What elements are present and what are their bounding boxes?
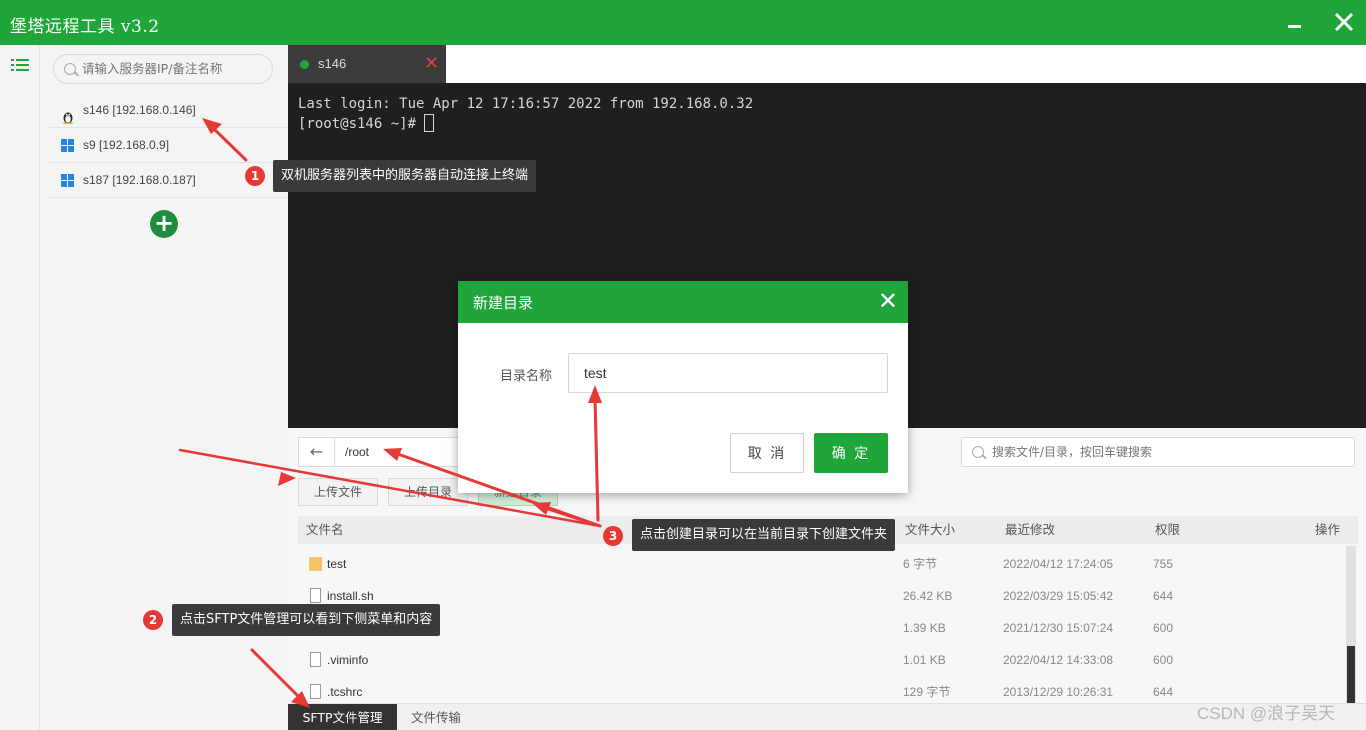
annotation-callout-3: 点击创建目录可以在当前目录下创建文件夹 — [632, 519, 896, 551]
app-window: 堡塔远程工具 v3.2 s146 [192.168.0.146] — [0, 0, 1366, 730]
nav-rail — [0, 45, 40, 730]
col-ops: 操作 — [1315, 522, 1341, 537]
file-modified: 2021/12/30 15:07:24 — [1003, 621, 1114, 635]
new-dir-dialog: 新建目录 ✕ 目录名称 取 消 确 定 — [458, 281, 908, 493]
linux-icon — [61, 103, 75, 125]
terminal-line: Last login: Tue Apr 12 17:16:57 2022 fro… — [298, 96, 754, 112]
file-name: test — [327, 557, 347, 571]
file-size: 26.42 KB — [903, 589, 953, 603]
file-modified: 2022/04/12 14:33:08 — [1003, 653, 1114, 667]
file-size: 1.39 KB — [903, 621, 946, 635]
col-modified[interactable]: 最近修改 — [1005, 516, 1055, 544]
file-list: test 6 字节 2022/04/12 17:24:05 755 instal… — [298, 548, 1348, 708]
title-bar: 堡塔远程工具 v3.2 — [0, 0, 1366, 45]
path-bar: ← /root — [298, 437, 466, 467]
annotation-callout-1: 双机服务器列表中的服务器自动连接上终端 — [273, 160, 537, 192]
annotation-badge-2: 2 — [143, 610, 163, 630]
annotation-badge-3: 3 — [603, 526, 623, 546]
server-label: s146 [192.168.0.146] — [83, 103, 196, 117]
file-row[interactable]: anaconda-ks.cfg 1.39 KB 2021/12/30 15:07… — [298, 612, 1348, 644]
app-title: 堡塔远程工具 v3.2 — [10, 17, 160, 37]
annotation-badge-1: 1 — [245, 166, 265, 186]
terminal-tab-bar: s146 ✕ — [288, 45, 1366, 83]
file-icon — [310, 684, 321, 699]
dir-name-label: 目录名称 — [500, 369, 553, 384]
confirm-button[interactable]: 确 定 — [814, 433, 888, 473]
folder-icon — [309, 557, 322, 571]
terminal-tab-label: s146 — [318, 56, 347, 71]
col-name[interactable]: 文件名 — [306, 516, 344, 544]
file-perm: 600 — [1153, 621, 1174, 635]
terminal-prompt-line: [root@s146 ~]# — [298, 114, 1356, 134]
tab-close-icon[interactable]: ✕ — [424, 53, 439, 74]
list-menu-icon[interactable] — [11, 58, 29, 72]
dialog-close-icon[interactable]: ✕ — [878, 287, 898, 315]
terminal-tab-s146[interactable]: s146 ✕ — [288, 45, 446, 83]
server-search-input[interactable] — [82, 61, 262, 76]
file-perm: 644 — [1153, 589, 1174, 603]
dialog-title: 新建目录 — [473, 294, 534, 312]
back-arrow-icon[interactable]: ← — [299, 438, 335, 466]
tab-sftp[interactable]: SFTP文件管理 — [288, 704, 397, 730]
col-perm[interactable]: 权限 — [1155, 516, 1180, 544]
minimize-icon[interactable] — [1281, 8, 1309, 36]
file-icon — [310, 588, 321, 603]
dir-name-input[interactable] — [568, 353, 888, 393]
current-path[interactable]: /root — [345, 445, 369, 459]
search-icon — [972, 446, 984, 458]
terminal-cursor — [424, 114, 435, 132]
annotation-callout-2: 点击SFTP文件管理可以看到下侧菜单和内容 — [172, 604, 441, 636]
file-search-input[interactable] — [992, 445, 1332, 459]
file-search[interactable] — [961, 437, 1355, 467]
status-dot-icon — [300, 60, 309, 69]
windows-icon — [61, 138, 75, 152]
file-row[interactable]: install.sh 26.42 KB 2022/03/29 15:05:42 … — [298, 580, 1348, 612]
file-modified: 2022/04/12 17:24:05 — [1003, 557, 1114, 571]
windows-icon — [61, 173, 75, 187]
server-label: s9 [192.168.0.9] — [83, 138, 170, 152]
upload-dir-button[interactable]: 上传目录 — [388, 478, 468, 506]
server-item-s9[interactable]: s9 [192.168.0.9] — [48, 128, 288, 163]
search-icon — [64, 63, 76, 75]
close-icon[interactable] — [1330, 8, 1358, 36]
server-search[interactable] — [53, 54, 273, 84]
cancel-button[interactable]: 取 消 — [730, 433, 804, 473]
file-modified: 2022/03/29 15:05:42 — [1003, 589, 1114, 603]
scrollbar-thumb[interactable] — [1347, 646, 1355, 704]
col-size[interactable]: 文件大小 — [905, 516, 955, 544]
watermark: CSDN @浪子吴天 — [1197, 704, 1336, 723]
add-server-button[interactable]: + — [150, 210, 178, 238]
file-row[interactable]: test 6 字节 2022/04/12 17:24:05 755 — [298, 548, 1348, 580]
dialog-header: 新建目录 ✕ — [458, 281, 908, 323]
file-name: .viminfo — [327, 653, 369, 667]
upload-file-button[interactable]: 上传文件 — [298, 478, 378, 506]
file-row[interactable]: .viminfo 1.01 KB 2022/04/12 14:33:08 600 — [298, 644, 1348, 676]
file-size: 1.01 KB — [903, 653, 946, 667]
tab-transfer[interactable]: 文件传输 — [398, 704, 474, 730]
file-size: 6 字节 — [903, 557, 938, 571]
file-icon — [310, 652, 321, 667]
server-label: s187 [192.168.0.187] — [83, 173, 196, 187]
server-item-s146[interactable]: s146 [192.168.0.146] — [48, 93, 288, 128]
file-perm: 600 — [1153, 653, 1174, 667]
terminal-prompt: [root@s146 ~]# — [298, 116, 425, 132]
file-perm: 755 — [1153, 557, 1174, 571]
file-list-scrollbar[interactable] — [1346, 546, 1356, 706]
